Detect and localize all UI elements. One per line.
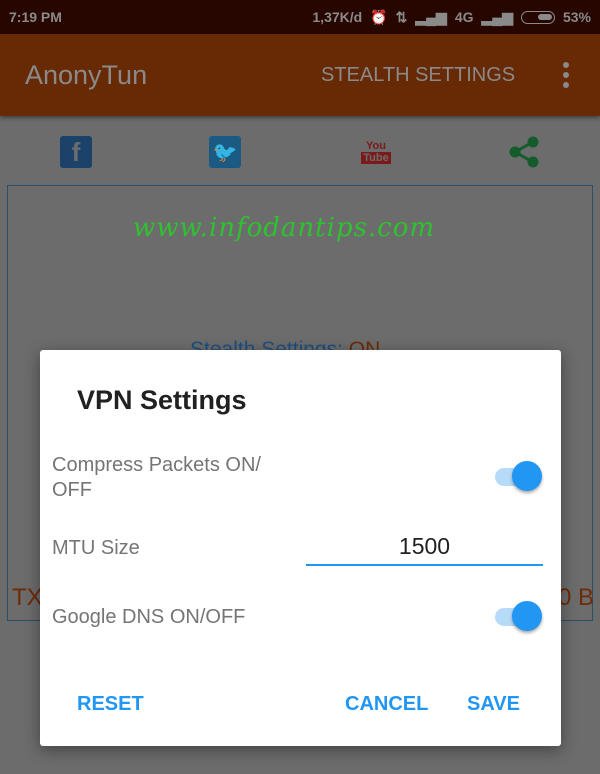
status-time: 7:19 PM — [9, 9, 62, 25]
google-dns-label: Google DNS ON/OFF — [52, 606, 246, 628]
signal-icon: ▂▄▆ — [415, 8, 447, 25]
watermark: www.infodantips.com — [133, 213, 436, 243]
vpn-settings-dialog: VPN Settings Compress Packets ON/ OFF MT… — [40, 350, 561, 746]
rx-value: 0 B — [558, 584, 595, 611]
battery-icon — [520, 10, 555, 24]
network-type: 4G — [454, 9, 474, 25]
stealth-settings-button[interactable]: STEALTH SETTINGS — [321, 64, 515, 87]
tx-label: TX — [12, 584, 43, 611]
cancel-button[interactable]: CANCEL — [345, 693, 428, 716]
battery-percent: 53% — [562, 9, 591, 25]
data-transfer-icon: ⇅ — [395, 8, 408, 25]
share-icon[interactable] — [509, 136, 541, 168]
status-bar: 7:19 PM 1,37K/d ⏰ ⇅ ▂▄▆ 4G ▂▄▆ 53% — [0, 0, 600, 34]
facebook-letter: f — [71, 136, 81, 167]
facebook-icon[interactable]: f — [60, 136, 92, 168]
reset-button[interactable]: RESET — [77, 693, 144, 716]
youtube-top: You — [366, 140, 386, 152]
save-button[interactable]: SAVE — [467, 693, 520, 716]
signal-icon-2: ▂▄▆ — [481, 8, 513, 25]
more-options-icon[interactable] — [558, 62, 574, 90]
twitter-icon[interactable]: 🐦 — [209, 136, 241, 168]
mtu-size-input[interactable]: 1500 — [306, 530, 543, 566]
network-speed: 1,37K/d — [312, 9, 363, 25]
mtu-size-label: MTU Size — [52, 537, 140, 559]
compress-packets-label: Compress Packets ON/ OFF — [52, 454, 261, 501]
google-dns-toggle[interactable] — [495, 599, 543, 633]
app-title: AnonyTun — [25, 60, 148, 90]
compress-packets-toggle[interactable] — [495, 459, 543, 493]
youtube-bottom: Tube — [361, 152, 391, 164]
app-toolbar: AnonyTun STEALTH SETTINGS — [0, 34, 600, 116]
dialog-title: VPN Settings — [77, 385, 247, 415]
alarm-icon: ⏰ — [370, 8, 388, 25]
youtube-icon[interactable]: You Tube — [360, 136, 392, 168]
